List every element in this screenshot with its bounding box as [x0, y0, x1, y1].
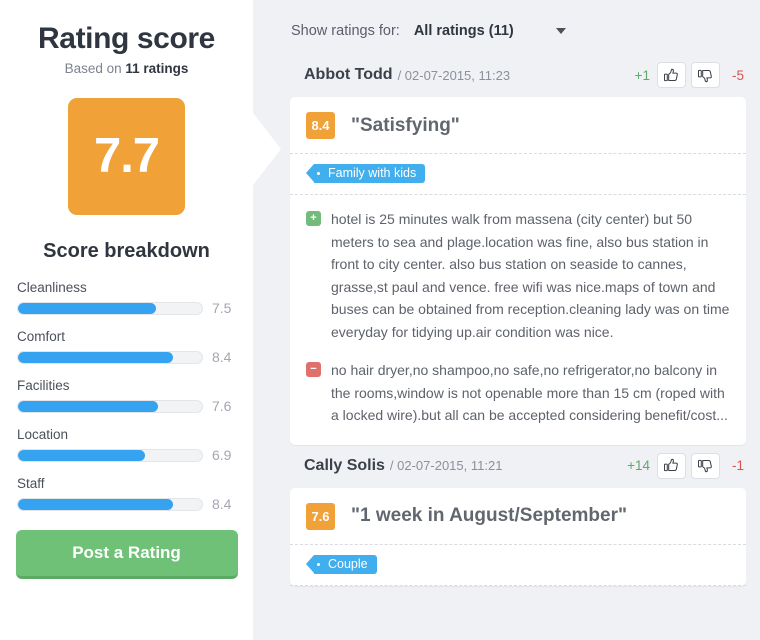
review-date: / 02-07-2015, 11:21 — [389, 458, 503, 473]
review-votes: +14 -1 — [627, 452, 744, 479]
score-breakdown-bar: 7.5 — [17, 300, 236, 316]
upvote-count: +14 — [627, 458, 650, 473]
score-breakdown-value: 7.5 — [212, 300, 232, 316]
chevron-down-icon — [555, 28, 566, 34]
downvote-count: -5 — [731, 67, 744, 83]
review-item: Cally Solis / 02-07-2015, 11:21 +14 -1 7.6 "1… — [290, 452, 746, 586]
downvote-button[interactable] — [690, 62, 720, 88]
review-cons-text: no hair dryer,no shampoo,no safe,no refr… — [331, 362, 728, 423]
page-title: Rating score — [38, 22, 215, 55]
review-title: "1 week in August/September" — [351, 505, 627, 526]
review-pros: + hotel is 25 minutes walk from massena (… — [290, 195, 746, 355]
score-bar-fill — [18, 351, 173, 363]
score-breakdown-value: 8.4 — [212, 349, 232, 365]
overall-score-box: 7.7 — [68, 98, 185, 215]
post-a-rating-button[interactable]: Post a Rating — [15, 530, 238, 579]
score-breakdown-bar: 8.4 — [17, 496, 236, 512]
reviews-panel: Show ratings for: All ratings (11) Abbot… — [253, 0, 760, 640]
thumbs-up-icon — [663, 68, 678, 81]
review-header: Abbot Todd/ 02-07-2015, 11:23 +1 -5 — [290, 62, 746, 97]
score-bar-track — [17, 448, 203, 462]
review-score-badge: 7.6 — [306, 502, 335, 530]
score-bar-fill — [18, 302, 156, 314]
upvote-count: +1 — [634, 67, 650, 83]
score-breakdown-row: Facilities 7.6 — [17, 378, 236, 414]
review-header: Cally Solis / 02-07-2015, 11:21 +14 -1 — [290, 452, 746, 488]
subtitle-prefix: Based on — [64, 61, 126, 76]
score-bar-fill — [18, 400, 158, 412]
review-tags-row: Family with kids — [290, 154, 746, 195]
downvote-count: -1 — [731, 458, 744, 473]
score-breakdown-value: 8.4 — [212, 496, 232, 512]
score-breakdown-row: Comfort 8.4 — [17, 329, 236, 365]
score-breakdown-row: Staff 8.4 — [17, 476, 236, 512]
score-bar-track — [17, 301, 203, 315]
overall-score-value: 7.7 — [93, 129, 160, 183]
filter-label: Show ratings for: — [291, 23, 400, 39]
score-breakdown-row: Location 6.9 — [17, 427, 236, 463]
filter-selected-value: All ratings (11) — [413, 23, 514, 39]
ratings-page: Rating score Based on 11 ratings 7.7 Sco… — [0, 0, 760, 640]
thumbs-up-icon — [663, 458, 678, 472]
score-breakdown-bar: 8.4 — [17, 349, 236, 365]
ratings-filter-select[interactable]: All ratings (11) — [414, 23, 566, 39]
review-list: Abbot Todd/ 02-07-2015, 11:23 +1 -5 8.4 "Sat… — [290, 62, 746, 586]
review-card: 7.6 "1 week in August/September" Couple — [290, 487, 746, 586]
upvote-button[interactable] — [656, 62, 686, 88]
review-cons: − no hair dryer,no shampoo,no safe,no ref… — [290, 355, 746, 445]
score-breakdown-list: Cleanliness 7.5 Comfort 8.4 Facilities 7.6 Loc… — [14, 280, 239, 512]
subtitle-count: 11 ratings — [125, 61, 189, 76]
score-breakdown-title: Score breakdown — [43, 240, 210, 262]
score-breakdown-label: Location — [17, 427, 69, 442]
review-author: Cally Solis — [304, 456, 385, 474]
review-author: Abbot Todd — [304, 66, 393, 83]
upvote-button[interactable] — [656, 452, 686, 479]
score-bar-track — [17, 350, 203, 364]
score-bar-fill — [18, 449, 145, 461]
score-bar-fill — [18, 498, 173, 510]
review-tag: Couple — [306, 554, 377, 574]
score-breakdown-label: Cleanliness — [17, 280, 87, 295]
rating-count-subtitle: Based on 11 ratings — [14, 61, 239, 76]
review-title: "Satisfying" — [351, 114, 460, 136]
score-breakdown-value: 6.9 — [212, 447, 232, 463]
plus-icon: + — [306, 211, 321, 226]
score-breakdown-bar: 7.6 — [17, 398, 236, 414]
score-breakdown-label: Facilities — [17, 378, 70, 393]
review-pros-text: hotel is 25 minutes walk from massena (c… — [331, 211, 730, 340]
review-score-badge: 8.4 — [306, 112, 335, 139]
score-breakdown-bar: 6.9 — [17, 447, 236, 463]
review-tags-row: Couple — [290, 545, 746, 586]
review-title-row: 8.4 "Satisfying" — [290, 97, 746, 154]
ratings-filter-bar: Show ratings for: All ratings (11) — [290, 0, 746, 62]
score-breakdown-label: Staff — [17, 476, 45, 491]
review-card: 8.4 "Satisfying" Family with kids + hotel is… — [290, 97, 746, 445]
sidebar-pointer-arrow — [253, 113, 281, 185]
score-breakdown-value: 7.6 — [212, 398, 232, 414]
downvote-button[interactable] — [690, 452, 720, 479]
minus-icon: − — [306, 362, 321, 377]
score-breakdown-label: Comfort — [17, 329, 66, 344]
thumbs-down-icon — [697, 69, 712, 82]
review-item: Abbot Todd/ 02-07-2015, 11:23 +1 -5 8.4 "Sat… — [290, 62, 746, 445]
review-date: / 02-07-2015, 11:23 — [397, 67, 511, 83]
thumbs-down-icon — [697, 459, 712, 473]
review-votes: +1 -5 — [635, 62, 744, 88]
review-title-row: 7.6 "1 week in August/September" — [290, 488, 746, 545]
score-breakdown-row: Cleanliness 7.5 — [17, 280, 236, 316]
score-bar-track — [17, 399, 203, 413]
review-tag: Family with kids — [305, 164, 426, 183]
score-bar-track — [17, 497, 203, 511]
rating-summary-sidebar: Rating score Based on 11 ratings 7.7 Sco… — [0, 0, 253, 640]
